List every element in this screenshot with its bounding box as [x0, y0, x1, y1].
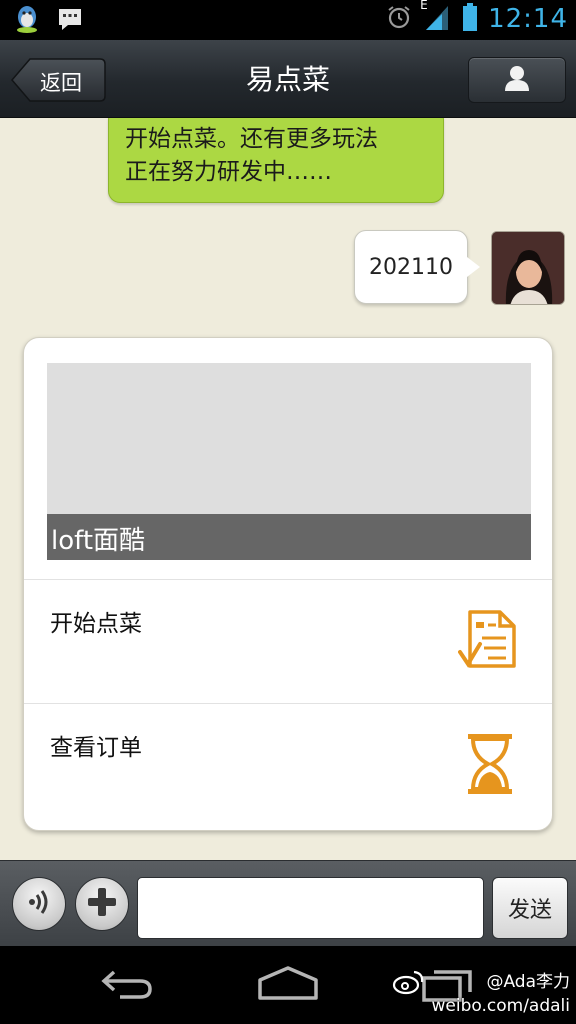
send-button-label: 发送 [507, 898, 552, 923]
avatar[interactable] [491, 231, 565, 305]
received-message-bubble[interactable]: 开始点菜。还有更多玩法 正在努力研发中…… [108, 118, 444, 203]
message-icon [56, 5, 84, 37]
sent-message-bubble[interactable]: 202110 [354, 230, 480, 304]
card-item-view-order[interactable]: 查看订单 [24, 703, 552, 827]
plus-icon [85, 885, 119, 923]
clock: 12:14 [488, 4, 568, 34]
back-nav-icon[interactable] [100, 964, 156, 1008]
profile-button[interactable] [468, 57, 566, 103]
message-input[interactable] [137, 877, 484, 939]
title-bar: 返回 易点菜 [0, 40, 576, 118]
home-nav-icon[interactable] [256, 964, 320, 1008]
signal-icon: E [420, 0, 452, 36]
voice-button[interactable] [12, 877, 66, 931]
weibo-icon [392, 968, 426, 1003]
person-icon [502, 63, 532, 97]
watermark: @Ada李力 weibo.com/adali [392, 970, 571, 1018]
status-bar: E 12:14 [0, 0, 576, 40]
sent-message-text: 202110 [369, 254, 453, 280]
menu-card: loft面酷 开始点菜 查看订单 [23, 337, 553, 831]
alarm-icon [386, 4, 412, 34]
nav-bar: @Ada李力 weibo.com/adali [0, 946, 576, 1024]
battery-icon [462, 2, 478, 36]
qq-icon [12, 4, 42, 38]
card-item-label: 查看订单 [50, 735, 142, 761]
voice-icon [23, 886, 55, 922]
send-button[interactable]: 发送 [492, 877, 568, 939]
watermark-line1: @Ada李力 [486, 972, 570, 992]
add-button[interactable] [75, 877, 129, 931]
watermark-line2: weibo.com/adali [431, 996, 571, 1016]
card-cover-title: loft面酷 [47, 514, 531, 560]
card-cover-image[interactable]: loft面酷 [47, 363, 531, 560]
input-bar: 发送 [0, 860, 576, 946]
network-type: E [420, 0, 428, 12]
chat-area[interactable]: 开始点菜。还有更多玩法 正在努力研发中…… 202110 loft面酷 开始点菜 [0, 118, 576, 860]
card-item-label: 开始点菜 [50, 611, 142, 637]
card-item-start-order[interactable]: 开始点菜 [24, 579, 552, 703]
order-form-icon [458, 608, 522, 676]
hourglass-icon [458, 732, 522, 800]
